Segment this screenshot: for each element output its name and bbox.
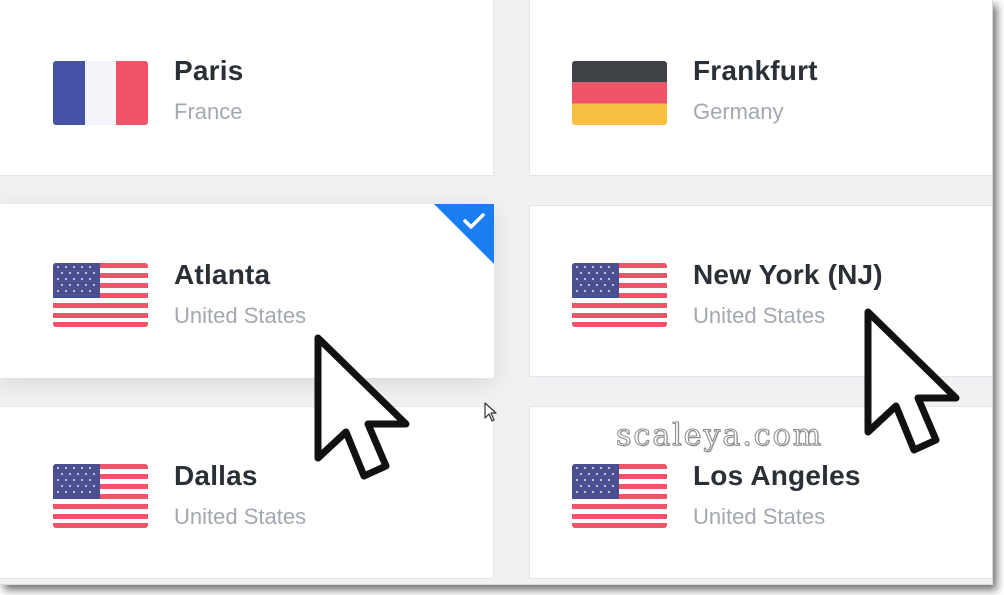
watermark: scaleya.com bbox=[615, 418, 824, 454]
us-flag-icon bbox=[572, 263, 667, 327]
city-name: Dallas bbox=[174, 460, 258, 491]
cursor-arrow-icon bbox=[864, 308, 960, 454]
city-name: Frankfurt bbox=[693, 55, 818, 86]
country-name: United States bbox=[693, 303, 826, 328]
location-card-frankfurt[interactable]: Frankfurt Germany bbox=[529, 0, 992, 176]
country-name: Germany bbox=[693, 99, 784, 124]
us-flag-icon bbox=[53, 263, 148, 327]
country-name: United States bbox=[174, 504, 307, 529]
germany-flag-icon bbox=[572, 61, 667, 125]
cursor-arrow-icon bbox=[314, 334, 410, 480]
us-flag-icon bbox=[572, 464, 667, 528]
city-name: Paris bbox=[174, 55, 244, 86]
city-name: New York (NJ) bbox=[693, 259, 883, 290]
location-card-dallas[interactable]: Dallas United States bbox=[0, 406, 494, 579]
location-card-paris[interactable]: Paris France bbox=[0, 0, 494, 176]
mouse-pointer-icon bbox=[484, 402, 497, 422]
country-name: United States bbox=[174, 303, 307, 328]
france-flag-icon bbox=[53, 61, 148, 125]
country-name: France bbox=[174, 99, 243, 124]
country-name: United States bbox=[693, 504, 826, 529]
location-picker: Paris France Frankfurt Germany Atlanta U… bbox=[0, 0, 993, 585]
city-name: Los Angeles bbox=[693, 460, 861, 491]
us-flag-icon bbox=[53, 464, 148, 528]
selected-check-badge bbox=[434, 204, 494, 264]
city-name: Atlanta bbox=[174, 259, 271, 290]
location-card-atlanta[interactable]: Atlanta United States bbox=[0, 204, 494, 378]
